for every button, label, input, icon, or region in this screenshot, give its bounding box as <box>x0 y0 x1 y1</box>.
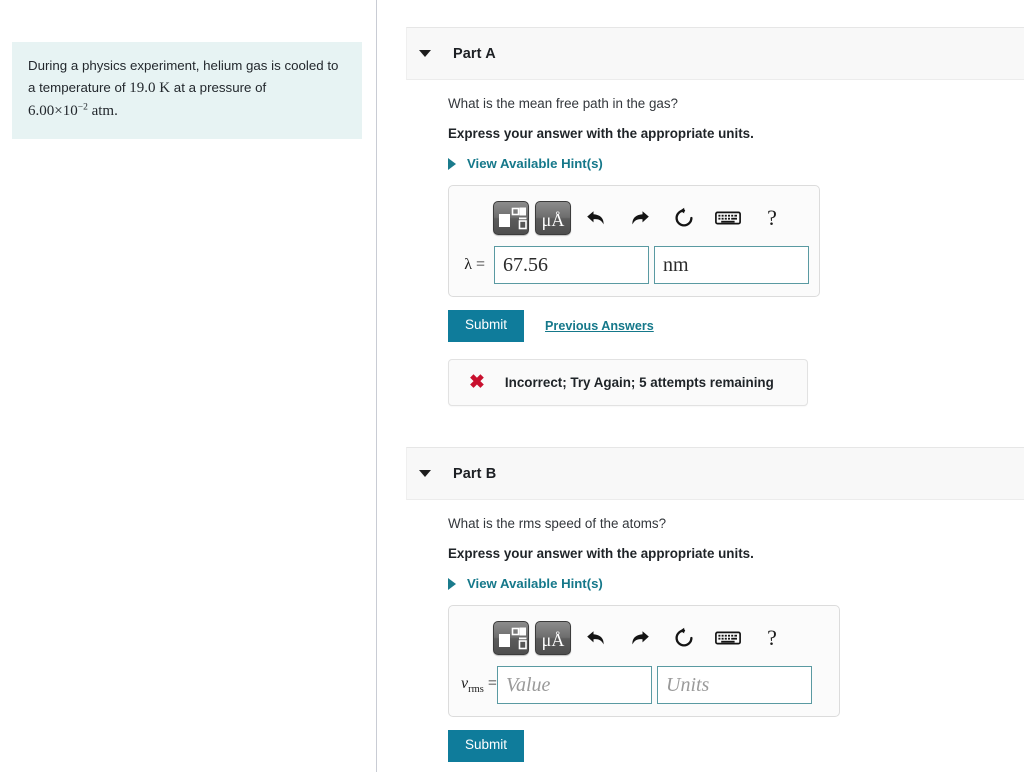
redo-icon[interactable] <box>621 202 659 234</box>
problem-text-mid: at a pressure of <box>170 79 267 95</box>
part-a-title: Part A <box>453 45 496 62</box>
help-label: ? <box>767 625 777 650</box>
pressure-mantissa: 6.00×10 <box>28 102 78 119</box>
part-a-answer-box: μÅ ? λ = 67.56 nm <box>448 185 820 297</box>
part-b-input-row: vrms = <box>459 660 829 704</box>
page-root: During a physics experiment, helium gas … <box>0 0 1024 772</box>
assignment-panel: Part A What is the mean free path in the… <box>377 0 1024 772</box>
part-a-units-input[interactable] <box>654 246 809 284</box>
math-template-icon[interactable] <box>493 621 529 655</box>
part-b-header[interactable]: Part B <box>406 447 1024 500</box>
problem-sidebar: During a physics experiment, helium gas … <box>0 0 377 772</box>
part-b-question: What is the rms speed of the atoms? <box>448 516 667 531</box>
undo-icon[interactable] <box>577 622 615 654</box>
help-button[interactable]: ? <box>753 202 791 234</box>
part-a-question: What is the mean free path in the gas? <box>448 96 679 111</box>
part-a-hints-label: View Available Hint(s) <box>467 156 603 171</box>
units-micro-angstrom-icon[interactable]: μÅ <box>535 621 571 655</box>
problem-period: . <box>114 102 118 119</box>
part-b-variable-subscript: rms <box>468 684 484 696</box>
help-button[interactable]: ? <box>753 622 791 654</box>
part-b-submit-button[interactable]: Submit <box>448 730 525 762</box>
chevron-down-icon[interactable] <box>419 50 431 57</box>
part-b-title: Part B <box>453 465 497 482</box>
chevron-right-icon <box>448 157 456 170</box>
units-micro-angstrom-icon[interactable]: μÅ <box>535 201 571 235</box>
reset-icon[interactable] <box>665 202 703 234</box>
keyboard-glyph <box>715 211 741 225</box>
units-glyph: μÅ <box>542 210 565 230</box>
undo-icon[interactable] <box>577 202 615 234</box>
part-a-submit-button[interactable]: Submit <box>448 310 525 342</box>
x-mark-icon: ✖ <box>469 371 485 393</box>
chevron-right-icon <box>448 577 456 590</box>
chevron-down-icon[interactable] <box>419 470 431 477</box>
part-a-toolbar: μÅ ? <box>459 196 809 240</box>
keyboard-icon[interactable] <box>709 622 747 654</box>
help-label: ? <box>767 205 777 230</box>
problem-statement: During a physics experiment, helium gas … <box>12 42 362 140</box>
part-b-answer-box: μÅ ? vrms = Value Units <box>448 605 840 717</box>
math-template-icon[interactable] <box>493 201 529 235</box>
part-b-variable-label: vrms = <box>461 675 497 695</box>
part-a-submit-row: Submit Previous Answers <box>448 310 1024 342</box>
svg-text:μÅ: μÅ <box>542 630 565 650</box>
part-a-input-row: λ = <box>459 240 809 284</box>
reset-icon[interactable] <box>665 622 703 654</box>
part-a-equals: = <box>475 256 485 273</box>
part-a-section: Part A What is the mean free path in the… <box>406 27 1024 406</box>
undo-glyph <box>587 631 604 645</box>
redo-glyph <box>632 211 649 225</box>
pressure-unit: atm <box>91 102 115 119</box>
part-a-value-input[interactable] <box>494 246 649 284</box>
keyboard-icon[interactable] <box>709 202 747 234</box>
part-a-hints-toggle[interactable]: View Available Hint(s) <box>448 156 1024 171</box>
part-b-hints-label: View Available Hint(s) <box>467 576 603 591</box>
part-b-hints-toggle[interactable]: View Available Hint(s) <box>448 576 1024 591</box>
part-a-body: What is the mean free path in the gas? E… <box>406 80 1024 406</box>
part-b-submit-row: Submit <box>448 730 1024 762</box>
part-a-variable-label: λ = <box>461 256 494 274</box>
keyboard-glyph <box>715 631 741 645</box>
part-b-section: Part B What is the rms speed of the atom… <box>406 447 1024 762</box>
part-a-previous-answers-link[interactable]: Previous Answers <box>545 319 654 333</box>
svg-text:μÅ: μÅ <box>542 210 565 230</box>
part-b-value-input[interactable] <box>497 666 652 704</box>
reset-glyph <box>675 207 693 227</box>
math-template-glyph <box>499 627 527 650</box>
part-b-equals: = <box>487 674 497 692</box>
pressure-exponent: −2 <box>77 102 88 113</box>
part-b-toolbar: μÅ ? <box>459 616 829 660</box>
part-a-variable-symbol: λ <box>464 256 472 273</box>
redo-glyph <box>632 631 649 645</box>
undo-glyph <box>587 211 604 225</box>
part-a-instruction: Express your answer with the appropriate… <box>448 126 754 141</box>
part-b-body: What is the rms speed of the atoms? Expr… <box>406 500 1024 762</box>
redo-icon[interactable] <box>621 622 659 654</box>
units-glyph: μÅ <box>542 630 565 650</box>
part-b-units-input[interactable] <box>657 666 812 704</box>
temperature-unit: K <box>159 79 171 96</box>
part-a-feedback: ✖ Incorrect; Try Again; 5 attempts remai… <box>448 358 808 406</box>
part-b-instruction: Express your answer with the appropriate… <box>448 546 754 561</box>
part-a-header[interactable]: Part A <box>406 27 1024 80</box>
reset-glyph <box>675 627 693 647</box>
math-template-glyph <box>499 207 527 230</box>
part-a-feedback-message: Incorrect; Try Again; 5 attempts remaini… <box>504 374 774 390</box>
temperature-value: 19.0 <box>129 79 156 96</box>
